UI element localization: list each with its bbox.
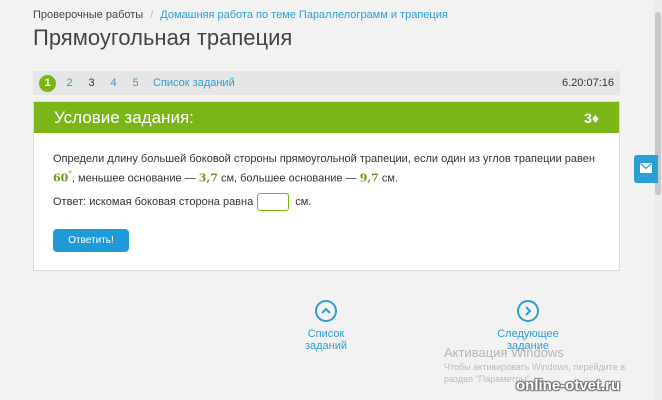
task-list-link[interactable]: Список заданий bbox=[153, 77, 235, 89]
task-text-part1: Определи длину большей боковой стороны п… bbox=[53, 153, 595, 165]
answer-label: Ответ: искомая боковая сторона равна bbox=[53, 196, 254, 208]
task-text-part2: , меньшее основание — bbox=[71, 172, 196, 185]
task-text-part3: см, большее основание — bbox=[220, 172, 357, 185]
answer-unit: см. bbox=[295, 196, 312, 208]
site-watermark: online-otvet.ru bbox=[516, 377, 621, 394]
windows-activation-title: Активация Windows bbox=[444, 345, 564, 360]
answer-input[interactable] bbox=[257, 193, 290, 211]
breadcrumb-root-link[interactable]: Проверочные работы bbox=[33, 9, 143, 21]
submit-answer-button[interactable]: Ответить! bbox=[53, 229, 129, 252]
task-statement: Определи длину большей боковой стороны п… bbox=[53, 152, 608, 187]
task-points: 3♦ bbox=[584, 109, 599, 126]
chevron-up-icon[interactable] bbox=[315, 300, 337, 322]
task-header: Условие задания: 3♦ bbox=[34, 102, 619, 133]
task-header-title: Условие задания: bbox=[54, 107, 194, 127]
task-text-part4: см. bbox=[381, 172, 399, 185]
task-list-nav[interactable]: Список заданий bbox=[286, 300, 366, 352]
task-number-3[interactable]: 3 bbox=[83, 75, 100, 92]
large-base-value: 9,7 bbox=[359, 171, 379, 185]
breadcrumb: Проверочные работы / Домашняя работа по те… bbox=[33, 9, 448, 21]
chevron-right-icon[interactable] bbox=[517, 300, 539, 322]
small-base-value: 3,7 bbox=[198, 171, 218, 185]
timer: 6.20:07:16 bbox=[562, 77, 614, 89]
task-list-nav-label[interactable]: Список заданий bbox=[305, 328, 347, 352]
task-number-4[interactable]: 4 bbox=[105, 75, 122, 92]
answer-row: Ответ: искомая боковая сторона равна см. bbox=[53, 193, 311, 211]
breadcrumb-separator: / bbox=[150, 9, 154, 21]
page-title: Прямоугольная трапеция bbox=[33, 25, 293, 50]
task-number-2[interactable]: 2 bbox=[61, 75, 78, 92]
task-card: Условие задания: 3♦ Определи длину больш… bbox=[33, 101, 620, 271]
breadcrumb-current-link[interactable]: Домашняя работа по теме Параллелограмм и… bbox=[160, 9, 448, 21]
task-navigation-bar: 1 2 3 4 5 Список заданий 6.20:07:16 bbox=[33, 71, 620, 95]
page-scrollbar[interactable] bbox=[654, 0, 662, 400]
angle-value: 60 bbox=[53, 171, 69, 185]
task-number-1[interactable]: 1 bbox=[39, 74, 56, 92]
task-number-5[interactable]: 5 bbox=[127, 75, 144, 92]
envelope-icon bbox=[640, 160, 652, 178]
feedback-button[interactable] bbox=[634, 155, 658, 183]
windows-activation-line1: Чтобы активировать Windows, перейдите в bbox=[444, 362, 625, 372]
